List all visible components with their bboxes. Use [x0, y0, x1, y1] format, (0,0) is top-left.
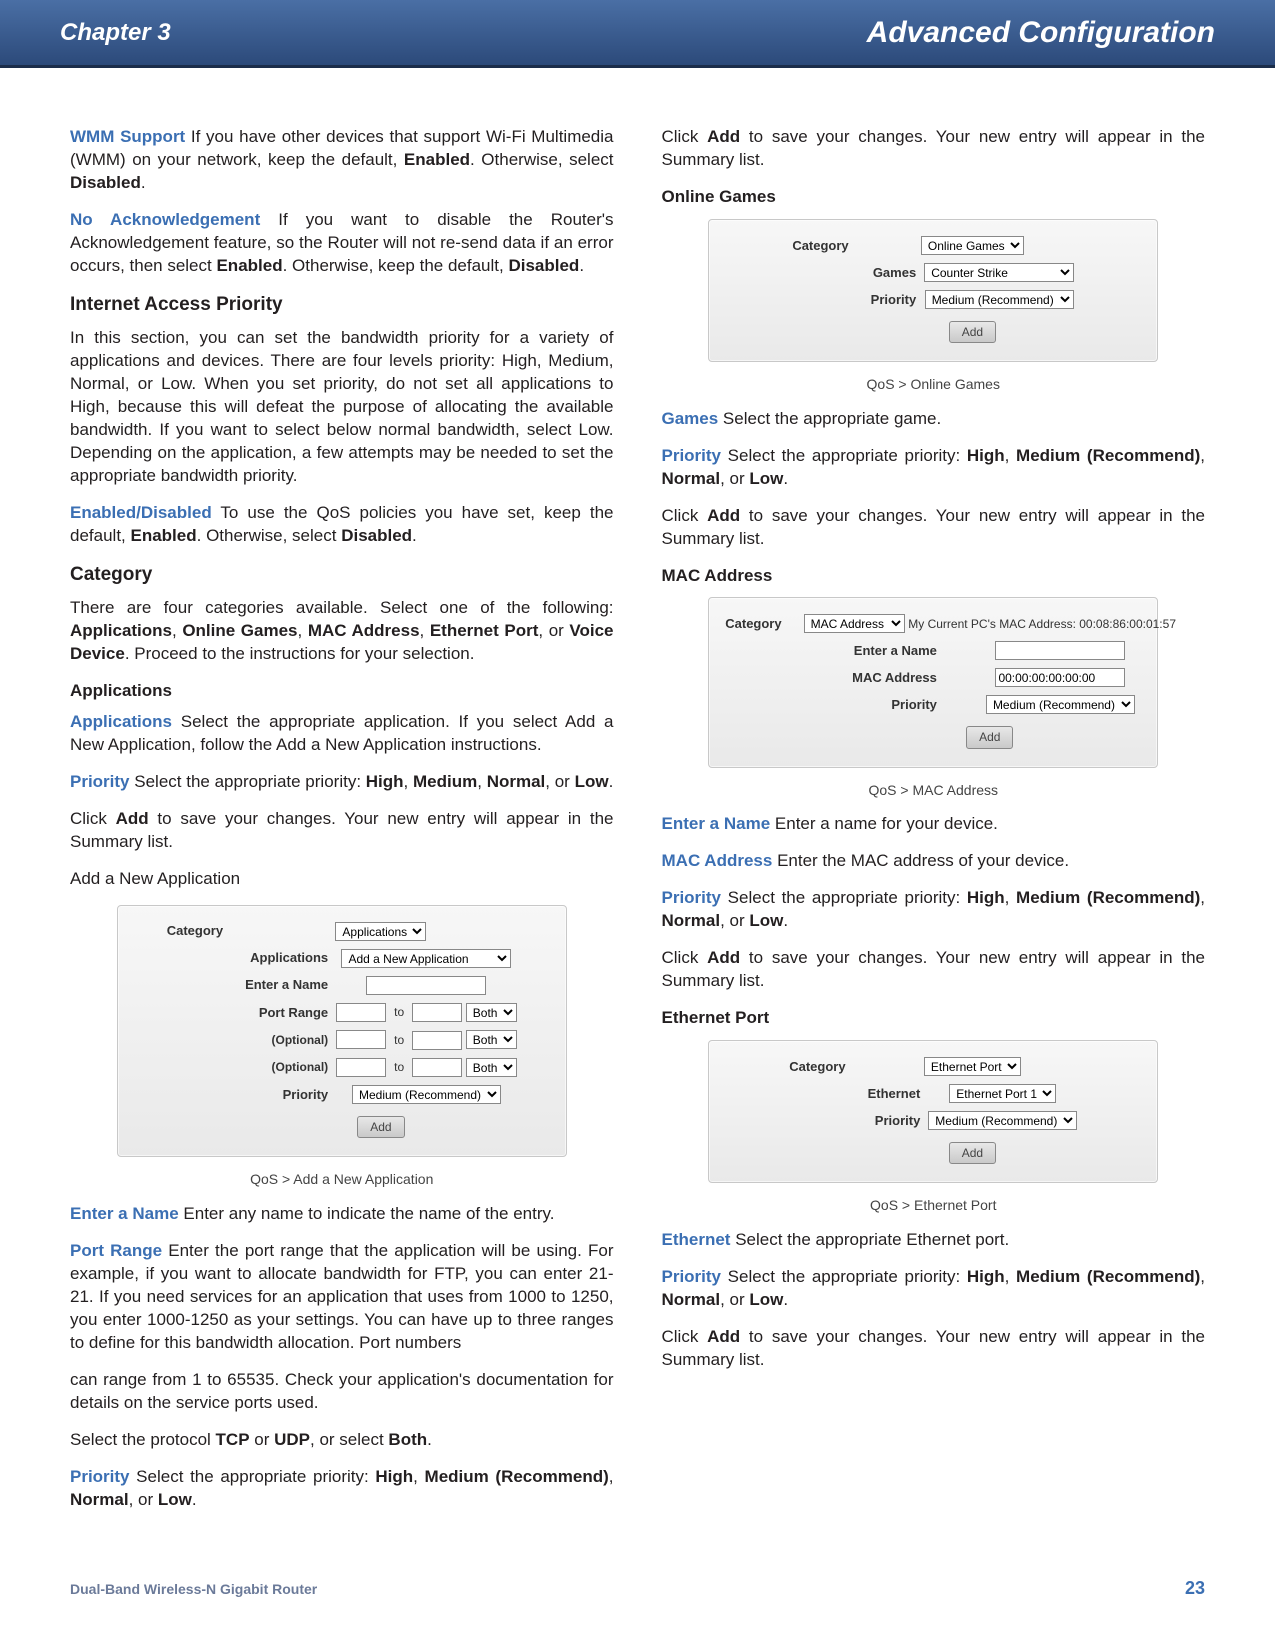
header-bar: Chapter 3 Advanced Configuration	[0, 0, 1275, 68]
click-add-1: Click Add to save your changes. Your new…	[70, 808, 614, 854]
figure-ethernet-port: Category Ethernet Port Ethernet Ethernet…	[662, 1040, 1206, 1215]
fig1-category-select[interactable]: Applications	[335, 922, 426, 941]
fig2-add-button[interactable]: Add	[949, 321, 996, 343]
click-add-2: Click Add to save your changes. Your new…	[662, 126, 1206, 172]
fig4-eth-select[interactable]: Ethernet Port 1	[949, 1084, 1056, 1103]
priority-para-5: Priority Select the appropriate priority…	[662, 1266, 1206, 1312]
fig3-mac-note: My Current PC's MAC Address: 00:08:86:00…	[908, 617, 1176, 631]
fig1-name-input[interactable]	[366, 976, 486, 995]
iap-body: In this section, you can set the bandwid…	[70, 327, 614, 488]
fig4-eth-label: Ethernet	[864, 1082, 925, 1105]
fig4-priority-label: Priority	[864, 1109, 925, 1132]
fig1-name-label: Enter a Name	[241, 974, 332, 997]
fig1-proto-2[interactable]: Both	[466, 1030, 517, 1049]
fig4-add-button[interactable]: Add	[949, 1142, 996, 1164]
click-add-4: Click Add to save your changes. Your new…	[662, 947, 1206, 993]
games-para: Games Select the appropriate game.	[662, 408, 1206, 431]
figure-mac-address: Category MAC Address My Current PC's MAC…	[662, 597, 1206, 799]
online-games-heading: Online Games	[662, 186, 1206, 209]
wmm-term: WMM Support	[70, 127, 185, 146]
enabled-disabled-term: Enabled/Disabled	[70, 503, 212, 522]
fig1-apps-label: Applications	[241, 947, 332, 970]
fig2-games-label: Games	[867, 261, 921, 284]
fig2-category-label: Category	[788, 234, 866, 257]
category-heading: Category	[70, 562, 614, 588]
fig2-category-select[interactable]: Online Games	[921, 236, 1024, 255]
fig3-name-label: Enter a Name	[800, 639, 941, 662]
page-footer: Dual-Band Wireless-N Gigabit Router 23	[0, 1578, 1275, 1629]
fig1-priority-label: Priority	[241, 1083, 332, 1106]
enabled-disabled-para: Enabled/Disabled To use the QoS policies…	[70, 502, 614, 548]
port-range-para: Port Range Enter the port range that the…	[70, 1240, 614, 1355]
port-range-para-2: can range from 1 to 65535. Check your ap…	[70, 1369, 614, 1415]
enter-name-term: Enter a Name	[70, 1204, 179, 1223]
ethernet-para: Ethernet Select the appropriate Ethernet…	[662, 1229, 1206, 1252]
fig1-apps-select[interactable]: Add a New Application	[341, 949, 511, 968]
fig3-mac-input[interactable]	[995, 668, 1125, 687]
page-body: WMM Support If you have other devices th…	[0, 68, 1275, 1578]
fig3-caption: QoS > MAC Address	[662, 781, 1206, 800]
fig1-add-button[interactable]: Add	[357, 1116, 404, 1138]
enter-name-para-1: Enter a Name Enter any name to indicate …	[70, 1203, 614, 1226]
fig4-priority-select[interactable]: Medium (Recommend)	[928, 1111, 1077, 1130]
games-term: Games	[662, 409, 719, 428]
fig1-priority-select[interactable]: Medium (Recommend)	[352, 1085, 501, 1104]
priority-para-2: Priority Select the appropriate priority…	[70, 1466, 614, 1512]
fig1-category-label: Category	[163, 920, 241, 943]
figure-online-games: Category Online Games Games Counter Stri…	[662, 219, 1206, 394]
fig1-caption: QoS > Add a New Application	[70, 1170, 614, 1189]
fig4-category-label: Category	[785, 1055, 863, 1078]
fig1-port-to-3[interactable]	[412, 1058, 462, 1077]
mac-address-para: MAC Address Enter the MAC address of you…	[662, 850, 1206, 873]
priority-para-3: Priority Select the appropriate priority…	[662, 445, 1206, 491]
fig2-priority-select[interactable]: Medium (Recommend)	[925, 290, 1074, 309]
fig3-name-input[interactable]	[995, 641, 1125, 660]
fig3-priority-select[interactable]: Medium (Recommend)	[986, 695, 1135, 714]
fig1-port-to-1[interactable]	[412, 1003, 462, 1022]
add-new-app-line: Add a New Application	[70, 868, 614, 891]
no-ack-para: No Acknowledgement If you want to disabl…	[70, 209, 614, 278]
fig1-port-label: Port Range	[241, 1001, 332, 1025]
fig3-add-button[interactable]: Add	[966, 726, 1013, 748]
fig4-category-select[interactable]: Ethernet Port	[924, 1057, 1021, 1076]
fig1-proto-1[interactable]: Both	[466, 1003, 517, 1022]
wmm-support-para: WMM Support If you have other devices th…	[70, 126, 614, 195]
priority-para-1: Priority Select the appropriate priority…	[70, 771, 614, 794]
fig1-port-from-3[interactable]	[336, 1058, 386, 1077]
iap-heading: Internet Access Priority	[70, 292, 614, 318]
noack-term: No Acknowledgement	[70, 210, 260, 229]
click-add-5: Click Add to save your changes. Your new…	[662, 1326, 1206, 1372]
enter-name-para-2: Enter a Name Enter a name for your devic…	[662, 813, 1206, 836]
port-range-term: Port Range	[70, 1241, 162, 1260]
applications-para: Applications Select the appropriate appl…	[70, 711, 614, 757]
figure-add-new-application: Category Applications Applications Add a…	[70, 905, 614, 1190]
fig2-priority-label: Priority	[867, 288, 921, 311]
applications-term: Applications	[70, 712, 172, 731]
category-body: There are four categories available. Sel…	[70, 597, 614, 666]
fig3-mac-label: MAC Address	[800, 666, 941, 689]
fig1-port-to-2[interactable]	[412, 1031, 462, 1050]
fig1-port-from-2[interactable]	[336, 1030, 386, 1049]
footer-page-number: 23	[1185, 1578, 1205, 1599]
footer-product: Dual-Band Wireless-N Gigabit Router	[70, 1581, 317, 1597]
chapter-label: Chapter 3	[60, 19, 171, 47]
click-add-3: Click Add to save your changes. Your new…	[662, 505, 1206, 551]
page-title: Advanced Configuration	[867, 16, 1215, 50]
fig1-proto-3[interactable]: Both	[466, 1058, 517, 1077]
ethernet-port-heading: Ethernet Port	[662, 1007, 1206, 1030]
fig4-caption: QoS > Ethernet Port	[662, 1196, 1206, 1215]
fig1-port-from-1[interactable]	[336, 1003, 386, 1022]
applications-heading: Applications	[70, 680, 614, 703]
fig2-games-select[interactable]: Counter Strike	[924, 263, 1074, 282]
mac-address-heading: MAC Address	[662, 565, 1206, 588]
protocol-para: Select the protocol TCP or UDP, or selec…	[70, 1429, 614, 1452]
fig3-category-select[interactable]: MAC Address	[804, 614, 905, 633]
priority-para-4: Priority Select the appropriate priority…	[662, 887, 1206, 933]
fig3-priority-label: Priority	[800, 693, 941, 716]
fig2-caption: QoS > Online Games	[662, 375, 1206, 394]
fig3-category-label: Category	[721, 612, 799, 635]
priority-term: Priority	[70, 772, 130, 791]
